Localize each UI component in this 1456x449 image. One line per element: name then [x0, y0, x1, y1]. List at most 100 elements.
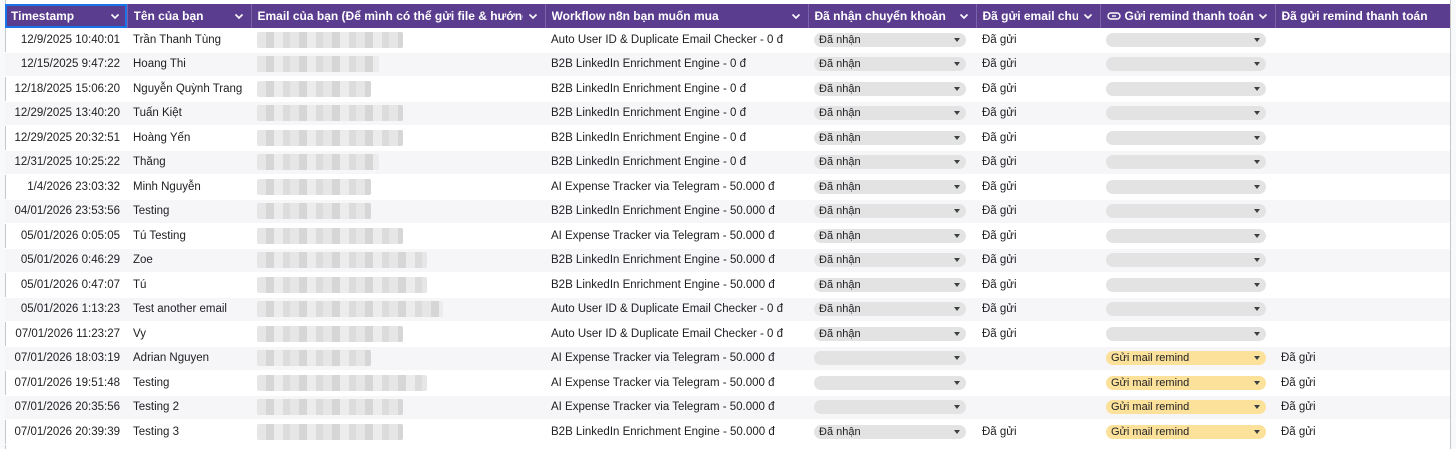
payment-received-cell[interactable]: Đã nhận [808, 248, 976, 273]
column-header-email[interactable]: Email của bạn (Để mình có thể gửi file &… [251, 4, 546, 28]
dropdown-arrow-icon[interactable] [954, 356, 960, 361]
send-remind-cell[interactable]: Gửi mail remind [1100, 419, 1275, 445]
dropdown-arrow-icon[interactable] [954, 160, 960, 165]
dropdown-arrow-icon[interactable] [1254, 307, 1260, 312]
timestamp-cell[interactable]: 04/01/2026 23:53:56 [5, 199, 127, 224]
timestamp-cell[interactable]: 12/18/2025 15:06:20 [5, 76, 127, 102]
dropdown-arrow-icon[interactable] [1254, 331, 1260, 336]
remind-sent-cell[interactable] [1275, 101, 1451, 126]
send-remind-cell[interactable] [1100, 199, 1275, 224]
name-cell[interactable]: Zoe [127, 248, 251, 273]
column-filter-chevron-icon[interactable] [527, 10, 539, 22]
send-remind-dropdown[interactable] [1106, 130, 1266, 145]
email-sent-cell[interactable]: Đã gửi [976, 199, 1100, 224]
dropdown-arrow-icon[interactable] [954, 233, 960, 238]
payment-received-cell[interactable]: Đã nhận [808, 76, 976, 102]
remind-sent-cell[interactable] [1275, 150, 1451, 175]
email-sent-cell[interactable] [976, 346, 1100, 371]
payment-received-dropdown[interactable]: Đã nhận [814, 106, 966, 121]
payment-received-cell[interactable] [808, 346, 976, 371]
remind-sent-cell[interactable] [1275, 28, 1451, 53]
send-remind-cell[interactable] [1100, 248, 1275, 273]
send-remind-dropdown[interactable]: Gửi mail remind [1106, 375, 1266, 390]
remind-sent-cell[interactable] [1275, 199, 1451, 224]
email-cell[interactable] [251, 101, 545, 126]
workflow-cell[interactable]: Auto User ID & Duplicate Email Checker -… [545, 297, 808, 322]
column-header-workflow[interactable]: Workflow n8n bạn muốn mua [545, 4, 809, 28]
send-remind-dropdown[interactable] [1106, 204, 1266, 219]
dropdown-arrow-icon[interactable] [954, 184, 960, 189]
dropdown-arrow-icon[interactable] [954, 135, 960, 140]
payment-received-cell[interactable]: Đã nhận [808, 297, 976, 322]
email-sent-cell[interactable]: Đã gửi [976, 297, 1100, 322]
payment-received-dropdown[interactable]: Đã nhận [814, 204, 966, 219]
payment-received-dropdown[interactable] [814, 400, 966, 415]
email-cell[interactable] [251, 395, 545, 420]
remind-sent-cell[interactable]: Đã gửi [1275, 370, 1451, 396]
workflow-cell[interactable]: B2B LinkedIn Enrichment Engine - 0 đ [545, 76, 808, 102]
remind-sent-cell[interactable]: Đã gửi [1275, 395, 1451, 420]
payment-received-dropdown[interactable]: Đã nhận [814, 302, 966, 317]
timestamp-cell[interactable]: 12/29/2025 20:32:51 [5, 125, 127, 151]
email-cell[interactable] [251, 28, 545, 53]
dropdown-arrow-icon[interactable] [1254, 37, 1260, 42]
workflow-cell[interactable]: B2B LinkedIn Enrichment Engine - 0 đ [545, 150, 808, 175]
dropdown-arrow-icon[interactable] [1254, 135, 1260, 140]
send-remind-dropdown[interactable]: Gửi mail remind [1106, 351, 1266, 366]
remind-sent-cell[interactable] [1275, 297, 1451, 322]
timestamp-cell[interactable]: 07/01/2026 20:35:56 [5, 395, 127, 420]
workflow-cell[interactable]: AI Expense Tracker via Telegram - 50.000… [545, 223, 808, 249]
payment-received-cell[interactable]: Đã nhận [808, 321, 976, 347]
payment-received-dropdown[interactable] [814, 351, 966, 366]
payment-received-dropdown[interactable]: Đã nhận [814, 155, 966, 170]
send-remind-cell[interactable]: Gửi mail remind [1100, 346, 1275, 371]
name-cell[interactable]: Minh Nguyễn [127, 174, 251, 200]
payment-received-cell[interactable]: Đã nhận [808, 223, 976, 249]
email-cell[interactable] [251, 125, 545, 151]
column-header-remind-sent[interactable]: Đã gửi remind thanh toán chưa [1275, 4, 1452, 28]
payment-received-cell[interactable]: Đã nhận [808, 150, 976, 175]
remind-sent-cell[interactable] [1275, 223, 1451, 249]
workflow-cell[interactable]: B2B LinkedIn Enrichment Engine - 0 đ [545, 101, 808, 126]
timestamp-cell[interactable]: 1/4/2026 23:03:32 [5, 174, 127, 200]
dropdown-arrow-icon[interactable] [1254, 111, 1260, 116]
payment-received-dropdown[interactable]: Đã nhận [814, 130, 966, 145]
send-remind-cell[interactable] [1100, 321, 1275, 347]
timestamp-cell[interactable]: 05/01/2026 0:47:07 [5, 272, 127, 298]
payment-received-cell[interactable]: Đã nhận [808, 125, 976, 151]
send-remind-dropdown[interactable]: Gửi mail remind [1106, 400, 1266, 415]
column-filter-chevron-icon[interactable] [958, 10, 970, 22]
dropdown-arrow-icon[interactable] [1254, 405, 1260, 410]
timestamp-cell[interactable]: 07/01/2026 20:39:39 [5, 419, 127, 445]
send-remind-dropdown[interactable] [1106, 32, 1266, 47]
payment-received-cell[interactable]: Đã nhận [808, 101, 976, 126]
dropdown-arrow-icon[interactable] [954, 307, 960, 312]
send-remind-dropdown[interactable] [1106, 155, 1266, 170]
name-cell[interactable]: Trần Thanh Tùng [127, 28, 251, 53]
remind-sent-cell[interactable] [1275, 125, 1451, 151]
workflow-cell[interactable]: B2B LinkedIn Enrichment Engine - 0 đ [545, 125, 808, 151]
email-sent-cell[interactable]: Đã gửi [976, 28, 1100, 53]
email-sent-cell[interactable]: Đã gửi [976, 150, 1100, 175]
timestamp-cell[interactable]: 05/01/2026 0:05:05 [5, 223, 127, 249]
column-header-timestamp[interactable]: Timestamp [5, 4, 128, 28]
remind-sent-cell[interactable] [1275, 321, 1451, 347]
email-sent-cell[interactable]: Đã gửi [976, 321, 1100, 347]
workflow-cell[interactable]: AI Expense Tracker via Telegram - 50.000… [545, 370, 808, 396]
timestamp-cell[interactable]: 07/01/2026 11:23:27 [5, 321, 127, 347]
email-cell[interactable] [251, 297, 545, 322]
dropdown-arrow-icon[interactable] [1254, 62, 1260, 67]
payment-received-cell[interactable]: Đã nhận [808, 199, 976, 224]
email-cell[interactable] [251, 419, 545, 445]
send-remind-dropdown[interactable] [1106, 81, 1266, 96]
workflow-cell[interactable]: Auto User ID & Duplicate Email Checker -… [545, 321, 808, 347]
workflow-cell[interactable]: Auto User ID & Duplicate Email Checker -… [545, 28, 808, 53]
remind-sent-cell[interactable] [1275, 272, 1451, 298]
workflow-cell[interactable]: AI Expense Tracker via Telegram - 50.000… [545, 395, 808, 420]
name-cell[interactable]: Hoang Thi [127, 52, 251, 77]
payment-received-cell[interactable]: Đã nhận [808, 272, 976, 298]
workflow-cell[interactable]: B2B LinkedIn Enrichment Engine - 50.000 … [545, 419, 808, 445]
email-sent-cell[interactable]: Đã gửi [976, 52, 1100, 77]
remind-sent-cell[interactable]: Đã gửi [1275, 346, 1451, 371]
send-remind-cell[interactable] [1100, 28, 1275, 53]
